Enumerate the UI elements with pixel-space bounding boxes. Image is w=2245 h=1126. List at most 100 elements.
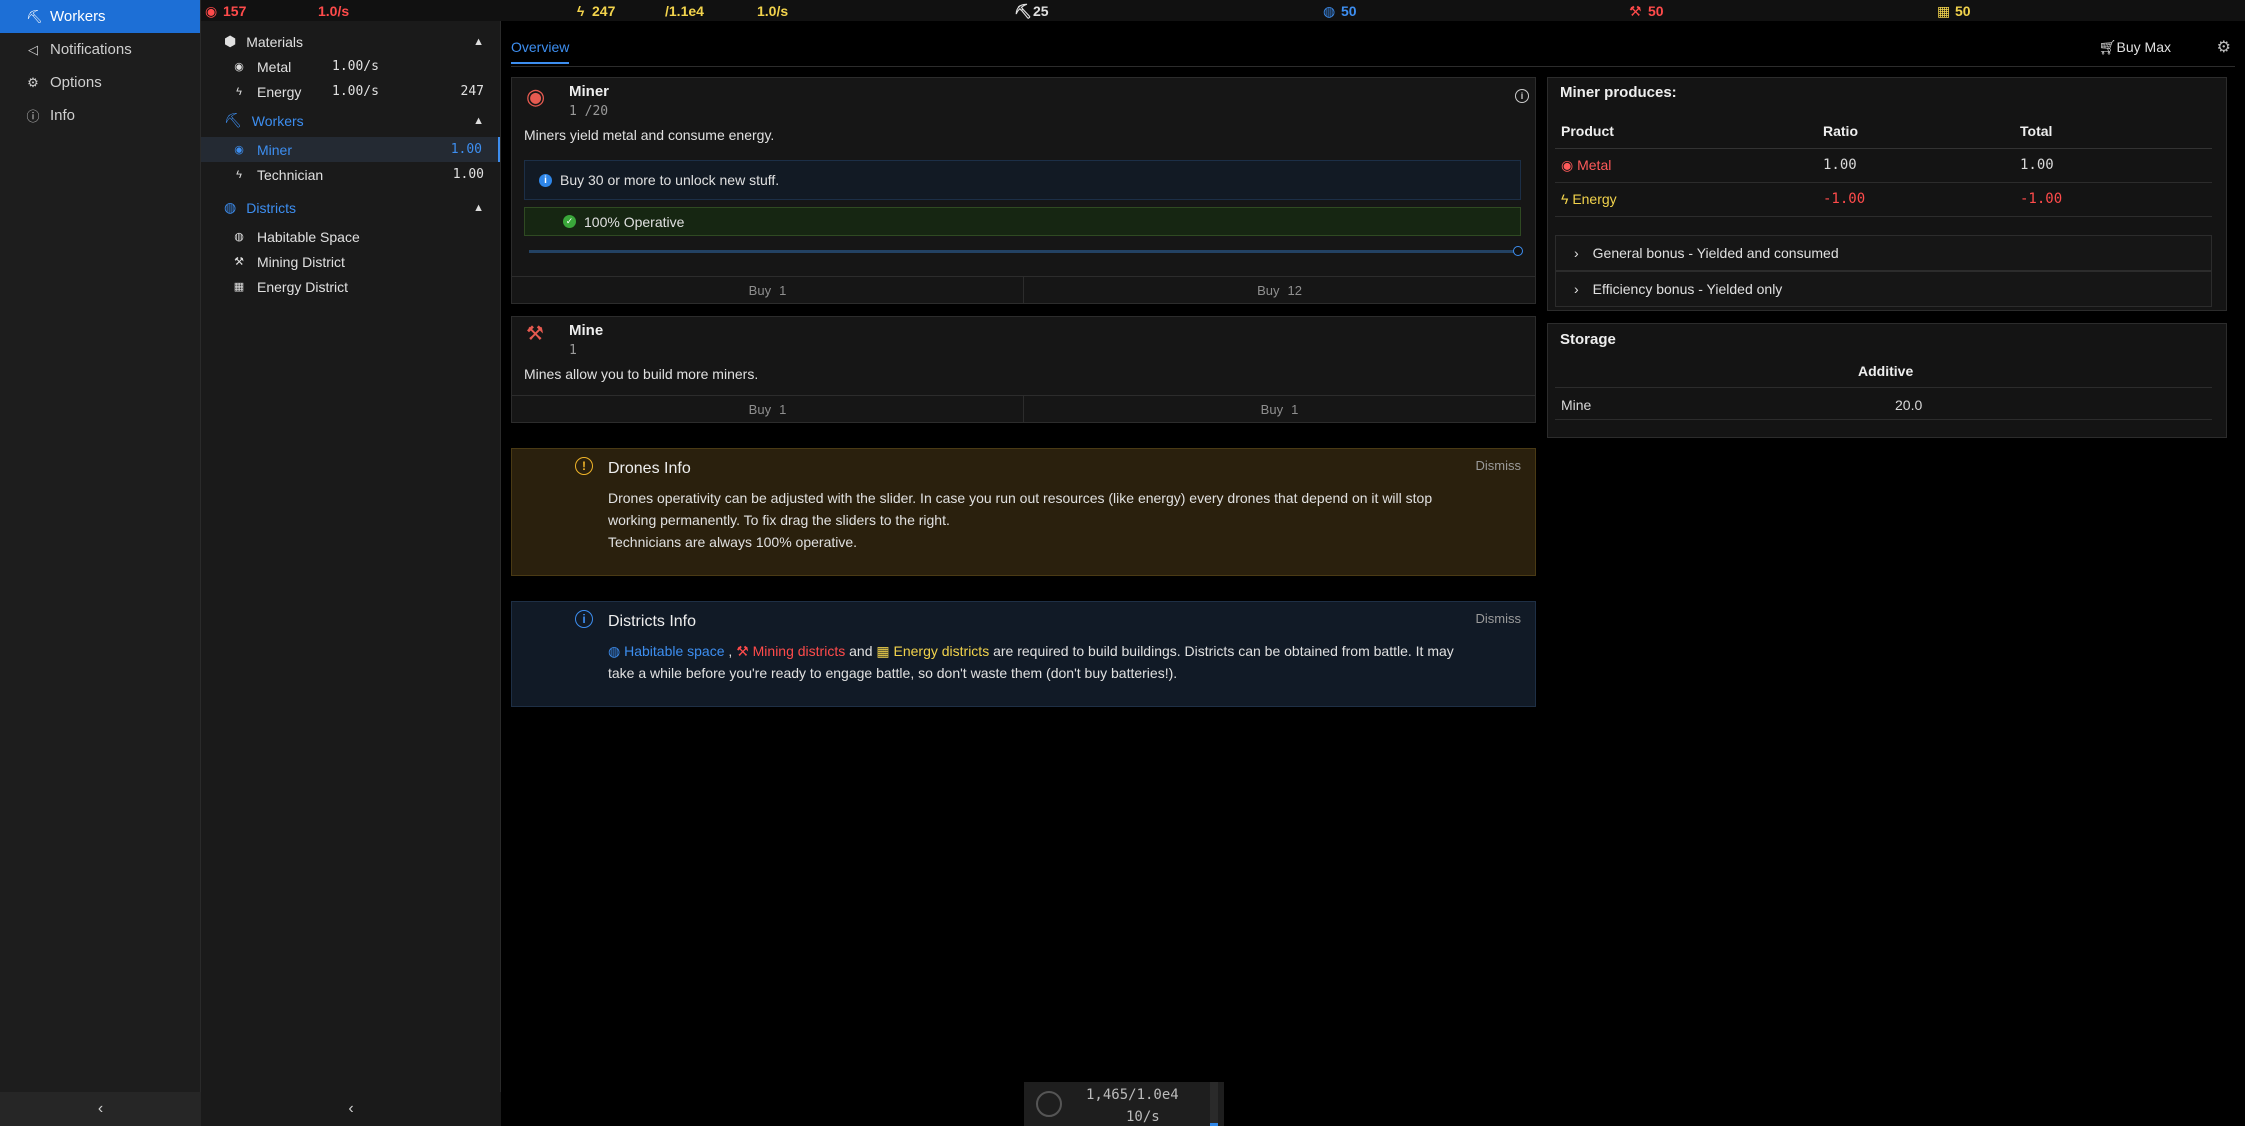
workers-sidebar: ⬢ Materials ▲ ◉ Metal 1.00/s ϟ Energy 1.… <box>201 21 501 1126</box>
mining-link: Mining districts <box>752 643 846 659</box>
buy-1-button[interactable]: Buy 1 <box>1023 396 1535 423</box>
chevron-up-icon: ▲ <box>473 35 484 48</box>
footer-progress <box>1210 1082 1218 1126</box>
sidebar-item-mining-district[interactable]: ⚒ Mining District <box>201 249 500 274</box>
chevron-up-icon: ▲ <box>473 201 484 214</box>
column-header: Product <box>1555 114 1817 149</box>
energy-icon: ϟ <box>236 168 242 181</box>
notice-text: Buy 30 or more to unlock new stuff. <box>560 172 780 188</box>
nav-item-info[interactable]: ⓘ Info <box>0 99 200 132</box>
energy-district-icon: ▦ <box>1937 3 1951 19</box>
mining-district-icon: ⚒ <box>736 643 749 659</box>
nav-item-workers[interactable]: ⛏ Workers <box>0 0 200 33</box>
general-bonus-toggle[interactable]: › General bonus - Yielded and consumed <box>1555 235 2212 271</box>
footer-line-1: 1,465/1.0e4 <box>1086 1087 1179 1103</box>
tab-bar: Overview 🛒︎Buy Max ⚙ <box>511 21 2235 67</box>
item-label: Energy District <box>257 278 349 295</box>
item-label: Mining District <box>257 253 345 270</box>
metal-icon: ◉ <box>1561 156 1578 173</box>
tab-overview[interactable]: Overview <box>511 39 570 64</box>
energy-district-icon: ▦ <box>876 643 890 659</box>
mining-district-icon: ⚒ <box>234 256 244 268</box>
metal-ore-icon: ◉ <box>526 84 546 109</box>
table-row: Mine 20.0 <box>1555 387 2212 420</box>
collapse-sidebar-button[interactable]: ‹ <box>201 1092 501 1126</box>
column-header: Ratio <box>1817 114 2014 149</box>
workers-group[interactable]: ⛏ Workers ▲ <box>201 108 500 133</box>
workers-icon: ⛏ <box>26 8 43 24</box>
habitable-amount: 50 <box>1341 3 1357 19</box>
operativity-slider[interactable] <box>529 250 1518 253</box>
table-row: ◉ Metal 1.00 1.00 <box>1555 148 2212 183</box>
warning-icon: ! <box>575 457 593 475</box>
info-icon[interactable]: i <box>1515 89 1529 103</box>
sidebar-item-miner[interactable]: ◉ Miner 1.00 <box>201 137 500 162</box>
card-title: Mine <box>569 322 604 339</box>
sidebar-item-habitable-space[interactable]: ◍ Habitable Space <box>201 224 500 249</box>
metal-amount: 157 <box>223 3 247 19</box>
nav-item-label: Workers <box>50 8 106 25</box>
miner-count: 1 /20 <box>569 104 609 119</box>
operative-status: ✓ 100% Operative <box>524 207 1521 236</box>
item-value: 1.00 <box>450 142 482 157</box>
collapse-nav-button[interactable]: ‹ <box>0 1092 201 1126</box>
districts-info-banner: i Districts Info Dismiss ◍ Habitable spa… <box>511 601 1536 707</box>
districts-group[interactable]: ◍ Districts ▲ <box>201 195 500 220</box>
group-heading: Workers <box>251 112 304 129</box>
status-text: 100% Operative <box>584 213 685 230</box>
card-title: Miner <box>569 83 610 100</box>
habitable-link: Habitable space <box>624 643 725 659</box>
nav-item-notifications[interactable]: ◁ Notifications <box>0 33 200 66</box>
item-rate: 1.00/s <box>332 59 379 74</box>
sidebar-item-technician[interactable]: ϟ Technician 1.00 <box>201 162 500 187</box>
materials-group[interactable]: ⬢ Materials ▲ <box>201 29 500 54</box>
chevron-left-icon: ‹ <box>97 1100 104 1117</box>
item-label: Metal <box>257 58 292 75</box>
cube-icon: ⬢ <box>224 33 237 49</box>
gear-icon: ⚙ <box>27 74 39 90</box>
buy-1-button[interactable]: Buy 1 <box>512 396 1023 423</box>
table-row: ϟ Energy -1.00 -1.00 <box>1555 182 2212 217</box>
sidebar-item-energy-district[interactable]: ▦ Energy District <box>201 274 500 299</box>
sidebar-item-metal[interactable]: ◉ Metal 1.00/s <box>201 54 500 79</box>
energy-icon: ϟ <box>1561 191 1573 207</box>
slider-handle[interactable] <box>1513 246 1523 256</box>
info-icon: i <box>575 610 593 628</box>
table-header: Product Ratio Total <box>1555 114 2212 149</box>
buy-12-button[interactable]: Buy 12 <box>1023 277 1535 304</box>
mine-card: ⚒ Mine 1 Mines allow you to build more m… <box>511 316 1536 423</box>
buy-1-button[interactable]: Buy 1 <box>512 277 1023 304</box>
energy-district-amount: 50 <box>1955 3 1971 19</box>
settings-gear-button[interactable]: ⚙ <box>2217 37 2231 57</box>
card-description: Mines allow you to build more miners. <box>524 366 759 382</box>
globe-icon: ◍ <box>234 231 244 243</box>
banner-body: Drones operativity can be adjusted with … <box>608 490 1433 550</box>
banner-title: Drones Info <box>608 460 691 477</box>
efficiency-bonus-toggle[interactable]: › Efficiency bonus - Yielded only <box>1555 271 2212 307</box>
dismiss-button[interactable]: Dismiss <box>1476 611 1522 626</box>
globe-icon: ◍ <box>1323 3 1336 19</box>
buy-max-button[interactable]: 🛒︎Buy Max <box>2099 39 2171 56</box>
energy-district-icon: ▦ <box>233 281 245 293</box>
item-rate: 1.00/s <box>332 84 379 99</box>
nav-item-label: Notifications <box>50 41 132 58</box>
chevron-right-icon: › <box>1574 281 1579 297</box>
chevron-left-icon: ‹ <box>348 1100 354 1117</box>
group-heading: Districts <box>246 199 296 216</box>
dismiss-button[interactable]: Dismiss <box>1476 458 1522 473</box>
banner-body: ◍ Habitable space , ⚒ Mining districts a… <box>608 643 1454 681</box>
sidebar-item-energy[interactable]: ϟ Energy 1.00/s 247 <box>201 79 500 104</box>
metal-icon: ◉ <box>234 61 244 73</box>
metal-rate: 1.0/s <box>318 3 350 19</box>
nav-item-options[interactable]: ⚙ Options <box>0 66 200 99</box>
nav-item-label: Info <box>50 107 76 124</box>
resource-bar: ◉ 157 1.0/s ϟ 247 /1.1e4 1.0/s ⛏ 25 ◍ 50… <box>201 0 2245 21</box>
item-label: Technician <box>257 166 324 183</box>
item-value: 1.00 <box>452 167 484 182</box>
metal-icon: ◉ <box>234 144 244 156</box>
footer-stat: 1,465/1.0e4 10/s <box>1024 1082 1224 1126</box>
column-header: Additive <box>1858 363 1914 379</box>
item-label: Energy <box>257 83 302 100</box>
unlock-notice: i Buy 30 or more to unlock new stuff. <box>524 160 1521 200</box>
energy-rate: 1.0/s <box>757 3 789 19</box>
